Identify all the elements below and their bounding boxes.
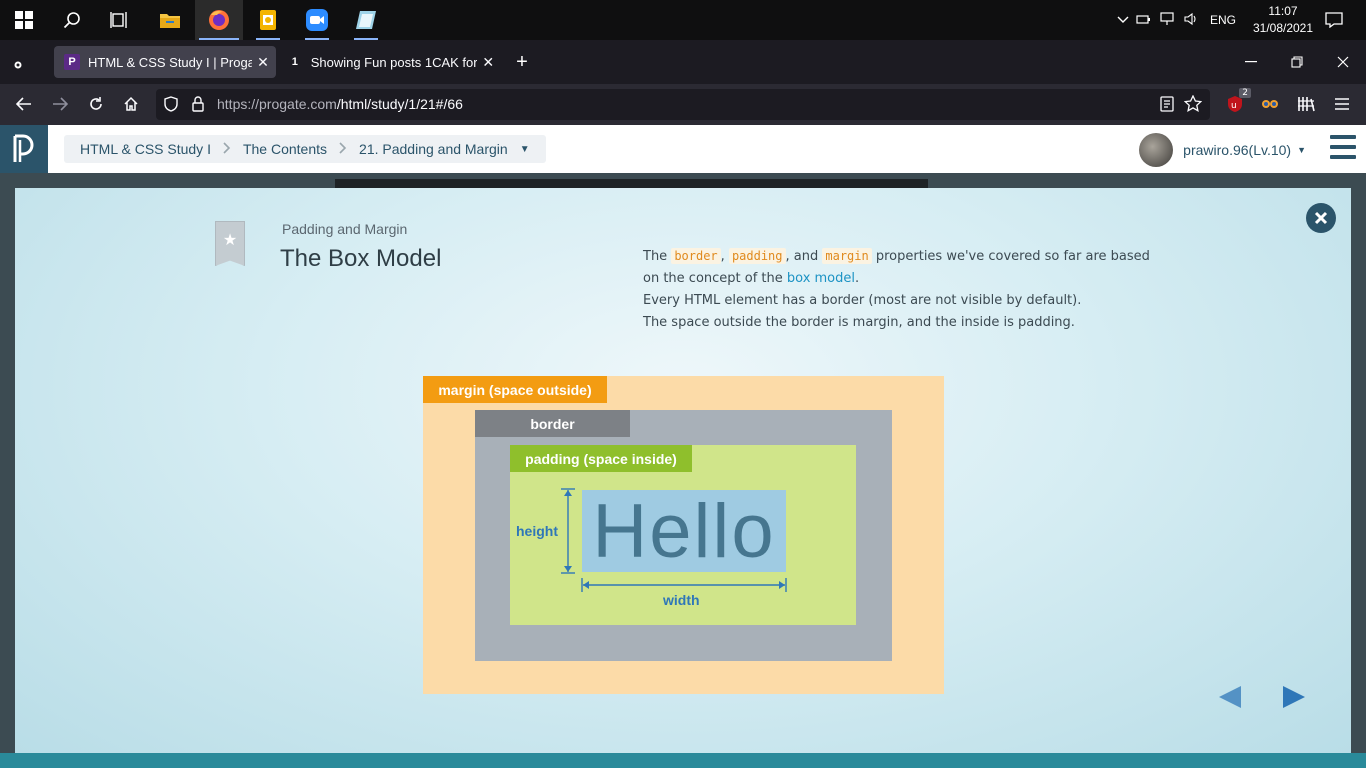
url-bar[interactable]: https://progate.com/html/study/1/21#/66: [156, 89, 1210, 120]
ublock-extension-icon[interactable]: u 2: [1219, 88, 1251, 120]
slide-description: The border, padding, and margin properti…: [643, 245, 1163, 334]
browser-menu-icon[interactable]: [1326, 88, 1358, 120]
privacy-badger-icon[interactable]: [1254, 88, 1286, 120]
home-icon[interactable]: [115, 88, 147, 120]
firefox-icon[interactable]: [195, 0, 243, 40]
page-viewport: HTML & CSS Study I The Contents 21. Padd…: [0, 125, 1366, 768]
library-icon[interactable]: [1290, 88, 1322, 120]
notification-icon[interactable]: [1310, 0, 1358, 40]
close-tab-icon[interactable]: ✕: [252, 54, 274, 71]
notes-app-icon[interactable]: [342, 0, 390, 40]
border-label: border: [475, 410, 630, 437]
box-model-link[interactable]: box model: [787, 271, 855, 286]
chevron-right-icon: [339, 141, 347, 157]
windows-start-icon[interactable]: [0, 0, 48, 40]
close-modal-icon[interactable]: [1306, 203, 1336, 233]
bookmark-star-icon[interactable]: [1183, 94, 1203, 117]
file-explorer-icon[interactable]: [146, 0, 194, 40]
width-arrow-icon: [581, 578, 787, 592]
tracking-shield-icon[interactable]: [164, 96, 178, 116]
task-view-icon[interactable]: [96, 0, 144, 40]
code-margin: margin: [822, 248, 872, 264]
reader-view-icon[interactable]: [1160, 96, 1174, 116]
browser-nav-bar: https://progate.com/html/study/1/21#/66 …: [0, 84, 1366, 125]
tab-title: Showing Fun posts 1CAK for fun: [310, 54, 478, 70]
zoom-icon[interactable]: [293, 0, 341, 40]
url-text[interactable]: https://progate.com/html/study/1/21#/66: [217, 96, 463, 112]
avatar[interactable]: [1139, 133, 1174, 167]
box-model-diagram: margin (space outside) border padding (s…: [423, 376, 944, 694]
system-tray: ENG: [1114, 0, 1236, 40]
extension-badge: 2: [1239, 88, 1251, 98]
breadcrumb-lesson[interactable]: 21. Padding and Margin: [359, 141, 508, 157]
previous-slide-icon[interactable]: [1217, 685, 1245, 709]
height-arrow-icon: [561, 488, 575, 574]
breadcrumb-course[interactable]: HTML & CSS Study I: [80, 141, 211, 157]
lock-icon[interactable]: [192, 96, 204, 116]
new-tab-button[interactable]: +: [508, 46, 536, 78]
tab-title: HTML & CSS Study I | Progate -: [88, 54, 252, 70]
slide-title: The Box Model: [280, 245, 442, 272]
battery-icon[interactable]: [1132, 13, 1156, 28]
reload-icon[interactable]: [80, 88, 112, 120]
code-padding: padding: [728, 248, 786, 264]
site-header: HTML & CSS Study I The Contents 21. Padd…: [0, 125, 1366, 173]
back-arrow-icon[interactable]: [8, 88, 40, 120]
chevron-right-icon: [223, 141, 231, 157]
bookmark-star-icon[interactable]: ★: [215, 221, 245, 266]
network-icon[interactable]: [1156, 11, 1180, 29]
desc-text: The: [643, 249, 672, 264]
hamburger-menu-icon[interactable]: [1330, 135, 1356, 159]
svg-text:u: u: [1231, 101, 1237, 111]
close-window-icon[interactable]: [1320, 40, 1366, 84]
desc-paragraph-3: The space outside the border is margin, …: [643, 315, 1075, 330]
slide-subtitle: Padding and Margin: [282, 221, 408, 237]
margin-label: margin (space outside): [423, 376, 607, 403]
browser-tab-bar: P HTML & CSS Study I | Progate - ✕ 1 Sho…: [0, 40, 1366, 84]
clock[interactable]: 11:07 31/08/2021: [1248, 3, 1318, 37]
border-area: border padding (space inside) Hello heig…: [475, 410, 892, 661]
language-indicator[interactable]: ENG: [1210, 13, 1236, 27]
search-icon[interactable]: [48, 0, 96, 40]
content-area: Hello: [582, 489, 786, 574]
caret-down-icon[interactable]: ▼: [520, 144, 530, 155]
progate-favicon-icon: P: [64, 54, 80, 70]
padding-area: padding (space inside) Hello height widt…: [510, 445, 856, 625]
caret-down-icon[interactable]: ▼: [1297, 145, 1306, 155]
volume-icon[interactable]: [1180, 12, 1204, 29]
padding-label: padding (space inside): [510, 445, 692, 472]
username[interactable]: prawiro.96(Lv.10): [1183, 142, 1291, 158]
width-label: width: [663, 592, 700, 608]
forward-arrow-icon[interactable]: [44, 88, 76, 120]
background-footer-strip: [0, 753, 1366, 768]
1cak-favicon-icon: 1: [291, 56, 298, 68]
url-path: /html/study/1/21#/66: [336, 96, 463, 112]
clock-date: 31/08/2021: [1252, 21, 1314, 35]
breadcrumb-contents[interactable]: The Contents: [243, 141, 327, 157]
desc-text: , and: [785, 249, 823, 264]
browser-tab-progate[interactable]: P HTML & CSS Study I | Progate - ✕: [54, 46, 276, 78]
height-label: height: [516, 523, 558, 539]
slide-modal: ★ Padding and Margin The Box Model The b…: [15, 188, 1351, 753]
progate-logo-icon[interactable]: [0, 125, 48, 173]
chevron-up-icon[interactable]: [1114, 13, 1132, 27]
desc-text: ,: [720, 249, 729, 264]
minimize-icon[interactable]: [1228, 40, 1274, 84]
desc-paragraph-1: The border, padding, and margin properti…: [643, 245, 1163, 290]
desc-paragraph-2: Every HTML element has a border (most ar…: [643, 293, 1082, 308]
clock-time: 11:07: [1268, 4, 1298, 18]
url-host: https://progate.com: [217, 96, 337, 112]
office-app-icon[interactable]: [244, 0, 292, 40]
windows-taskbar: ENG 11:07 31/08/2021: [0, 0, 1366, 40]
user-menu[interactable]: prawiro.96(Lv.10) ▼: [1139, 133, 1306, 167]
code-border: border: [671, 248, 721, 264]
firefox-view-icon[interactable]: [12, 56, 24, 69]
breadcrumb: HTML & CSS Study I The Contents 21. Padd…: [64, 135, 546, 163]
desc-text: .: [855, 271, 860, 286]
close-tab-icon[interactable]: ✕: [477, 54, 499, 71]
next-slide-icon[interactable]: [1279, 685, 1307, 709]
restore-icon[interactable]: [1274, 40, 1320, 84]
browser-tab-1cak[interactable]: 1 Showing Fun posts 1CAK for fun ✕: [277, 46, 499, 78]
